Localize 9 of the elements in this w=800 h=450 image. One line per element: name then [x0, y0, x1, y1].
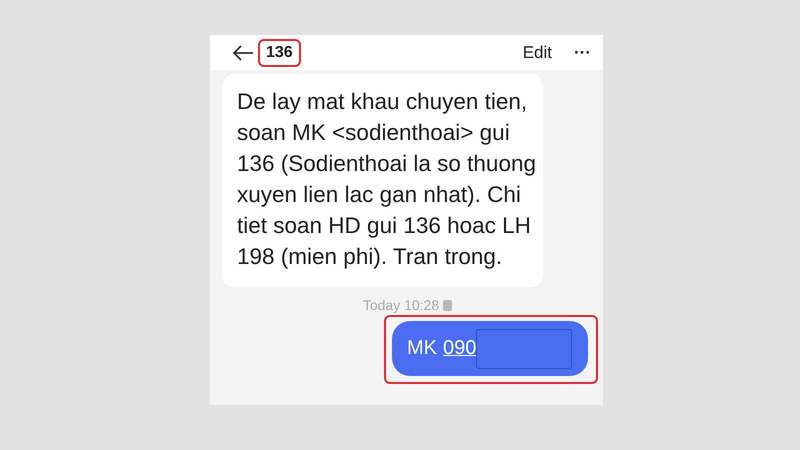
message-text: MK — [407, 337, 437, 360]
phone-number-link[interactable]: 090 — [443, 337, 476, 360]
edit-button[interactable]: Edit — [522, 42, 570, 62]
contact-title: 136 — [258, 38, 301, 66]
sim-icon — [443, 300, 452, 310]
message-bubble: De lay mat khau chuyen tien, soan MK <sodienthoai> gui 136 (Sodienthoai la so thuong xuyen lien lac gan nhat). Chi tiet soan HD gui 136 hoac LH 198 (mien phi). Tran trong. — [222, 74, 543, 287]
back-icon[interactable] — [232, 44, 254, 60]
more-button[interactable]: ··· — [574, 42, 591, 62]
message-time: Today 10:28 — [362, 297, 440, 313]
